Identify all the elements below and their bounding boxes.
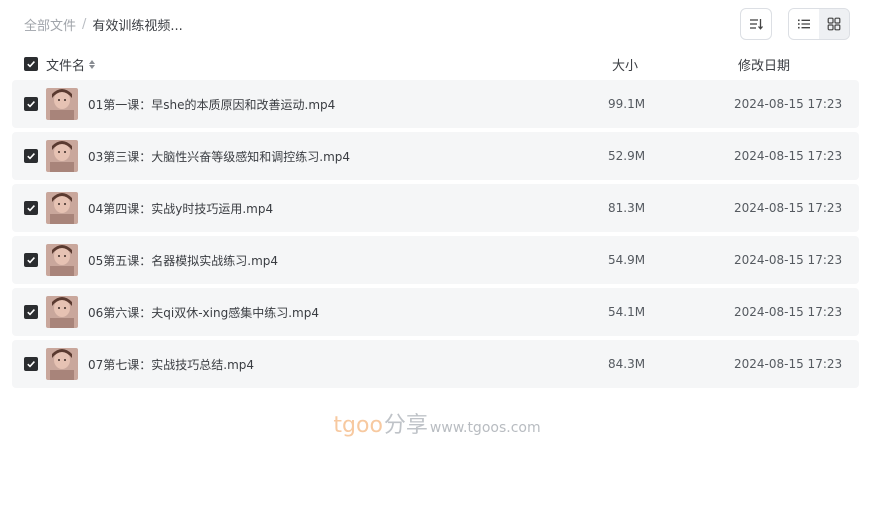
file-checkbox[interactable]: [24, 305, 38, 319]
video-thumbnail: [46, 140, 78, 172]
view-toggle: [788, 8, 850, 40]
sort-list-icon: [750, 19, 763, 30]
file-row[interactable]: 06第六课：夫qi双休-xing感集中练习.mp4 54.1M 2024-08-…: [12, 288, 859, 336]
file-checkbox[interactable]: [24, 97, 38, 111]
video-thumbnail: [46, 348, 78, 380]
watermark-brand: tgoo: [333, 413, 383, 438]
list-view-button[interactable]: [789, 9, 819, 39]
checkmark-icon: [27, 101, 35, 108]
file-date: 2024-08-15 17:23: [734, 201, 843, 215]
video-thumbnail: [46, 244, 78, 276]
checkmark-icon: [27, 309, 35, 316]
file-checkbox[interactable]: [24, 357, 38, 371]
file-size: 84.3M: [608, 357, 646, 371]
column-header-size[interactable]: 大小: [612, 55, 638, 74]
file-checkbox[interactable]: [24, 253, 38, 267]
file-list: 01第一课：早she的本质原因和改善运动.mp4 99.1M 2024-08-1…: [12, 80, 859, 392]
checkmark-icon: [27, 257, 35, 264]
file-date: 2024-08-15 17:23: [734, 357, 843, 371]
watermark-url: www.tgoos.com: [429, 420, 541, 436]
file-size: 99.1M: [608, 97, 646, 111]
checkmark-icon: [27, 61, 35, 68]
file-size: 54.9M: [608, 253, 646, 267]
file-size: 54.1M: [608, 305, 646, 319]
file-size: 52.9M: [608, 149, 646, 163]
checkmark-icon: [27, 205, 35, 212]
breadcrumb-root-link[interactable]: 全部文件: [24, 15, 76, 34]
grid-view-button[interactable]: [819, 9, 849, 39]
toolbar: [740, 8, 850, 40]
select-all-checkbox[interactable]: [24, 57, 38, 71]
file-name[interactable]: 07第七课：实战技巧总结.mp4: [88, 356, 254, 373]
file-row[interactable]: 04第四课：实战y时技巧运用.mp4 81.3M 2024-08-15 17:2…: [12, 184, 859, 232]
file-date: 2024-08-15 17:23: [734, 305, 843, 319]
video-thumbnail: [46, 88, 78, 120]
breadcrumb-current-folder: 有效训练视频...: [92, 18, 183, 34]
column-header-name[interactable]: 文件名: [46, 55, 96, 74]
grid-view-icon: [827, 17, 841, 31]
file-name[interactable]: 03第三课：大脑性兴奋等级感知和调控练习.mp4: [88, 148, 350, 165]
file-checkbox[interactable]: [24, 149, 38, 163]
file-row[interactable]: 03第三课：大脑性兴奋等级感知和调控练习.mp4 52.9M 2024-08-1…: [12, 132, 859, 180]
file-row[interactable]: 05第五课：名器模拟实战练习.mp4 54.9M 2024-08-15 17:2…: [12, 236, 859, 284]
column-header-name-label: 文件名: [46, 58, 86, 74]
file-list-header: 文件名 大小 修改日期: [12, 53, 859, 75]
column-header-date[interactable]: 修改日期: [738, 55, 790, 74]
checkmark-icon: [27, 361, 35, 368]
breadcrumb: 全部文件 / 有效训练视频...: [24, 15, 183, 34]
sort-button[interactable]: [740, 8, 772, 40]
sort-caret-icon: [89, 59, 96, 69]
checkmark-icon: [27, 153, 35, 160]
watermark-share: 分享: [383, 413, 428, 438]
file-date: 2024-08-15 17:23: [734, 253, 843, 267]
video-thumbnail: [46, 296, 78, 328]
list-view-icon: [798, 19, 810, 29]
breadcrumb-separator: /: [82, 16, 87, 32]
video-thumbnail: [46, 192, 78, 224]
file-date: 2024-08-15 17:23: [734, 149, 843, 163]
file-row[interactable]: 07第七课：实战技巧总结.mp4 84.3M 2024-08-15 17:23: [12, 340, 859, 388]
watermark: tgoo 分享 www.tgoos.com: [0, 407, 874, 439]
file-date: 2024-08-15 17:23: [734, 97, 843, 111]
file-name[interactable]: 01第一课：早she的本质原因和改善运动.mp4: [88, 96, 335, 113]
file-name[interactable]: 06第六课：夫qi双休-xing感集中练习.mp4: [88, 304, 319, 321]
file-name[interactable]: 04第四课：实战y时技巧运用.mp4: [88, 200, 273, 217]
file-name[interactable]: 05第五课：名器模拟实战练习.mp4: [88, 252, 278, 269]
file-size: 81.3M: [608, 201, 646, 215]
file-row[interactable]: 01第一课：早she的本质原因和改善运动.mp4 99.1M 2024-08-1…: [12, 80, 859, 128]
file-checkbox[interactable]: [24, 201, 38, 215]
